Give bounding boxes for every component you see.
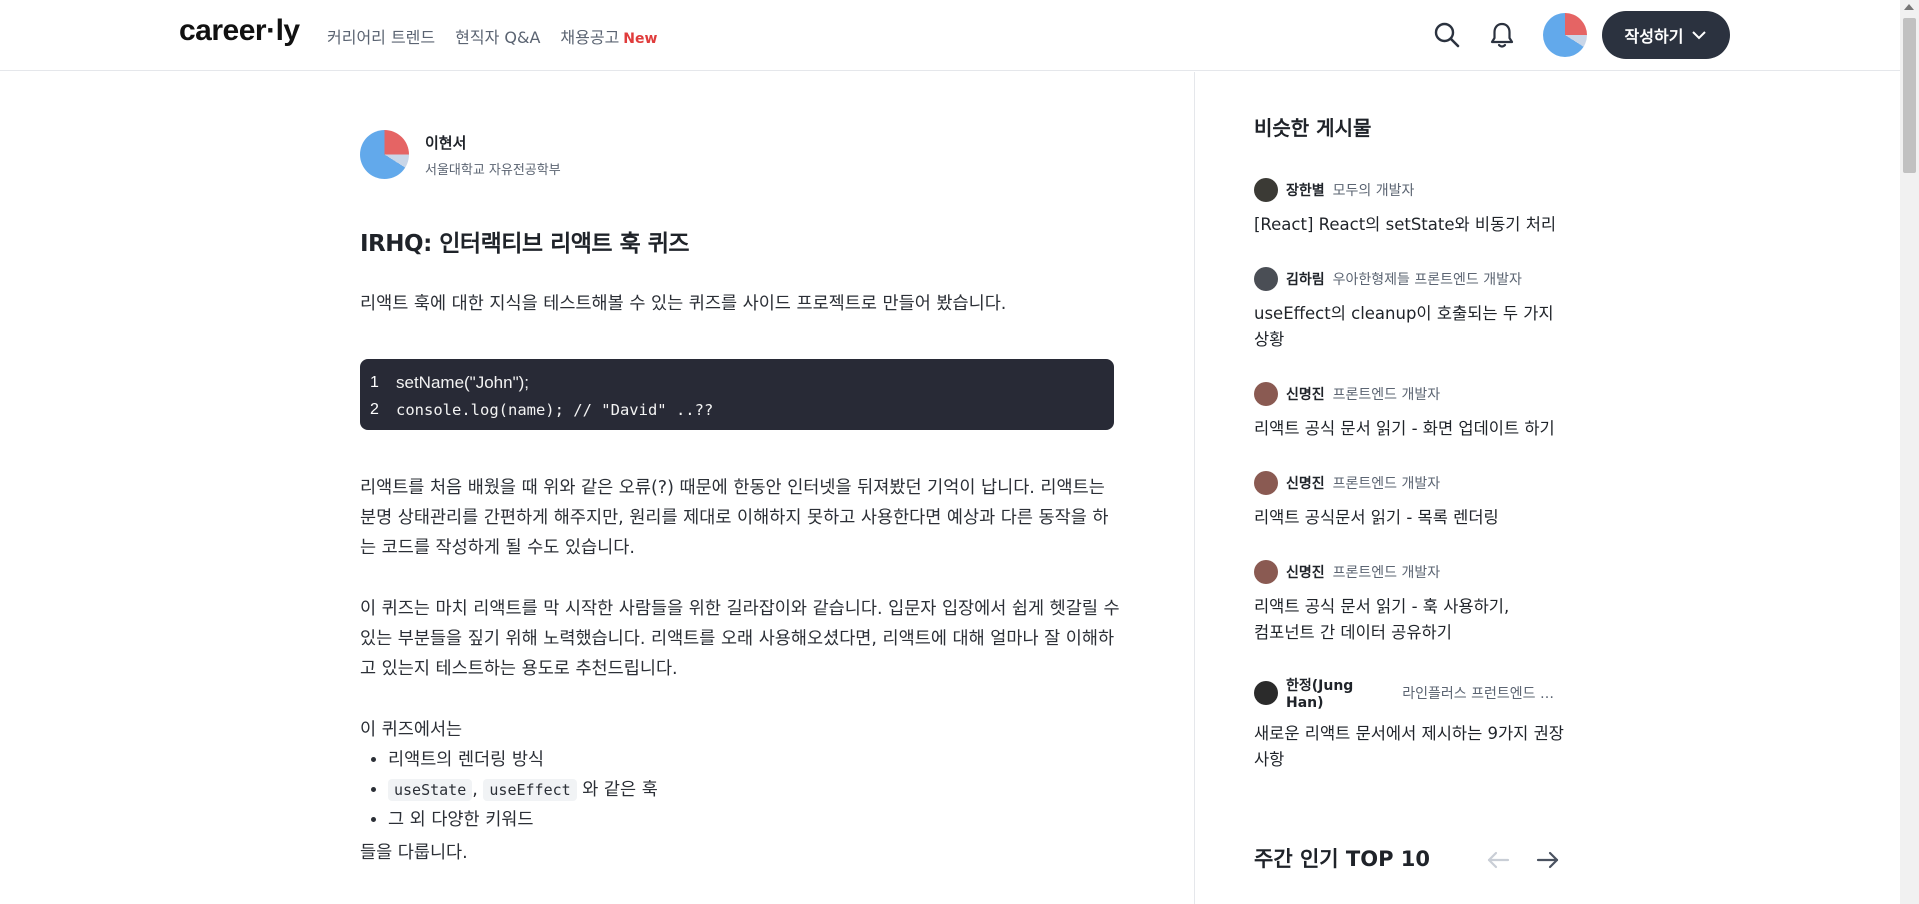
write-button-label: 작성하기: [1624, 27, 1684, 46]
nav-jobs[interactable]: 채용공고 New: [560, 24, 657, 48]
list-separator: ,: [472, 780, 478, 800]
code-text: setName("John");: [396, 372, 530, 392]
chevron-down-icon: [1692, 31, 1707, 40]
nav-qna[interactable]: 현직자 Q&A: [455, 24, 540, 48]
line-number: 1: [370, 373, 379, 391]
post-title[interactable]: 리액트 공식문서 읽기 - 목록 렌더링: [1254, 505, 1564, 531]
post-author-role: 프론트엔드 개발자: [1332, 476, 1441, 492]
post-author-name[interactable]: 신명진: [1286, 473, 1325, 493]
bell-icon[interactable]: [1487, 20, 1517, 50]
inline-code: useState: [388, 779, 473, 801]
weekly-top10-title: 주간 인기 TOP 10: [1254, 847, 1431, 871]
arrow-right-icon[interactable]: [1533, 845, 1563, 875]
careerly-logo[interactable]: career·ly: [179, 14, 300, 48]
nav-trend-label: 커리어리 트렌드: [327, 28, 436, 47]
post-author-avatar: [1254, 560, 1278, 584]
post-author-avatar: [1254, 382, 1278, 406]
article-paragraph: 리액트를 처음 배웠을 때 위와 같은 오류(?) 때문에 한동안 인터넷을 뒤…: [360, 478, 1109, 558]
post-author-avatar: [1254, 681, 1278, 705]
post-author-avatar: [1254, 471, 1278, 495]
column-divider: [1194, 72, 1195, 904]
post-author-role: 모두의 개발자: [1332, 183, 1415, 199]
nav-jobs-label: 채용공고: [560, 28, 620, 47]
post-author: 신명진 프론트엔드 개발자: [1254, 560, 1564, 584]
post-author-avatar: [1254, 267, 1278, 291]
code-line: 2 console.log(name); // "David" ..??: [370, 396, 1104, 423]
new-badge: New: [623, 31, 658, 47]
similar-post-item[interactable]: 신명진 프론트엔드 개발자 리액트 공식 문서 읽기 - 화면 업데이트 하기: [1254, 382, 1564, 442]
page-scrollbar[interactable]: [1900, 0, 1919, 904]
post-author: 신명진 프론트엔드 개발자: [1254, 382, 1564, 406]
write-button[interactable]: 작성하기: [1602, 11, 1730, 59]
article-paragraph: 이 퀴즈는 마치 리액트를 막 시작한 사람들을 위한 길라잡이와 같습니다. …: [360, 599, 1120, 679]
post-title[interactable]: useEffect의 cleanup이 호출되는 두 가지 상황: [1254, 301, 1554, 353]
author-name[interactable]: 이현서: [425, 132, 561, 153]
similar-post-item[interactable]: 신명진 프론트엔드 개발자 리액트 공식 문서 읽기 - 훅 사용하기, 컴포넌…: [1254, 560, 1564, 646]
main-nav: 커리어리 트렌드 현직자 Q&A 채용공고 New: [327, 24, 657, 48]
post-author-role: 프론트엔드 개발자: [1332, 565, 1441, 581]
post-author-role: 라인플러스 프런트엔드 개...: [1402, 686, 1564, 702]
code-line: 1 setName("John");: [370, 369, 1104, 396]
similar-posts-title: 비슷한 게시물: [1254, 116, 1372, 140]
nav-trend[interactable]: 커리어리 트렌드: [327, 24, 435, 48]
inline-code: useEffect: [483, 779, 577, 801]
search-icon[interactable]: [1432, 20, 1462, 50]
post-author: 신명진 프론트엔드 개발자: [1254, 471, 1564, 495]
post-author-role: 프론트엔드 개발자: [1332, 387, 1441, 403]
code-text: console.log(name); // "David" ..??: [396, 400, 714, 419]
author-avatar[interactable]: [360, 130, 409, 179]
post-author-name[interactable]: 장한별: [1286, 180, 1325, 200]
similar-post-item[interactable]: 김하림 우아한형제들 프론트엔드 개발자 useEffect의 cleanup이…: [1254, 267, 1564, 353]
list-item: 그 외 다양한 키워드: [388, 805, 658, 835]
similar-post-item[interactable]: 한정(Jung Han) 라인플러스 프런트엔드 개... 새로운 리액트 문서…: [1254, 675, 1564, 773]
article-intro: 리액트 훅에 대한 지식을 테스트해볼 수 있는 퀴즈를 사이드 프로젝트로 만…: [360, 294, 1007, 314]
post-author: 한정(Jung Han) 라인플러스 프런트엔드 개...: [1254, 675, 1564, 711]
post-title[interactable]: [React] React의 setState와 비동기 처리: [1254, 212, 1564, 238]
article-title: IRHQ: 인터랙티브 리액트 훅 퀴즈: [360, 231, 690, 257]
post-author-name[interactable]: 신명진: [1286, 384, 1325, 404]
article-author[interactable]: 이현서 서울대학교 자유전공학부: [360, 130, 561, 179]
post-author: 장한별 모두의 개발자: [1254, 178, 1564, 202]
similar-post-item[interactable]: 신명진 프론트엔드 개발자 리액트 공식문서 읽기 - 목록 렌더링: [1254, 471, 1564, 531]
scroll-up-arrow-icon[interactable]: [1904, 4, 1914, 10]
scroll-thumb[interactable]: [1903, 18, 1916, 173]
post-author-name[interactable]: 김하림: [1286, 269, 1325, 289]
similar-post-item[interactable]: 장한별 모두의 개발자 [React] React의 setState와 비동기…: [1254, 178, 1564, 238]
arrow-left-icon[interactable]: [1483, 845, 1513, 875]
top-header: career·ly 커리어리 트렌드 현직자 Q&A 채용공고 New 작성하기: [0, 0, 1900, 71]
post-title[interactable]: 새로운 리액트 문서에서 제시하는 9가지 권장 사항: [1254, 721, 1564, 773]
post-author: 김하림 우아한형제들 프론트엔드 개발자: [1254, 267, 1564, 291]
author-description: 서울대학교 자유전공학부: [425, 162, 561, 178]
post-title[interactable]: 리액트 공식 문서 읽기 - 훅 사용하기, 컴포넌트 간 데이터 공유하기: [1254, 594, 1524, 646]
post-author-name[interactable]: 신명진: [1286, 562, 1325, 582]
code-block: 1 setName("John"); 2 console.log(name); …: [360, 359, 1114, 430]
article-paragraph: 이 퀴즈에서는: [360, 720, 463, 740]
line-number: 2: [370, 400, 379, 418]
list-item: 리액트의 렌더링 방식: [388, 745, 658, 775]
nav-qna-label: 현직자 Q&A: [455, 28, 541, 47]
post-author-name[interactable]: 한정(Jung Han): [1286, 675, 1394, 711]
post-author-role: 우아한형제들 프론트엔드 개발자: [1332, 272, 1522, 288]
article-outro: 들을 다룹니다.: [360, 843, 468, 863]
user-avatar[interactable]: [1543, 13, 1587, 57]
post-author-avatar: [1254, 178, 1278, 202]
post-title[interactable]: 리액트 공식 문서 읽기 - 화면 업데이트 하기: [1254, 416, 1564, 442]
topic-list: 리액트의 렌더링 방식 useState, useEffect 와 같은 훅 그…: [360, 745, 658, 835]
list-item-text: 와 같은 훅: [582, 780, 658, 800]
list-item: useState, useEffect 와 같은 훅: [388, 775, 658, 805]
